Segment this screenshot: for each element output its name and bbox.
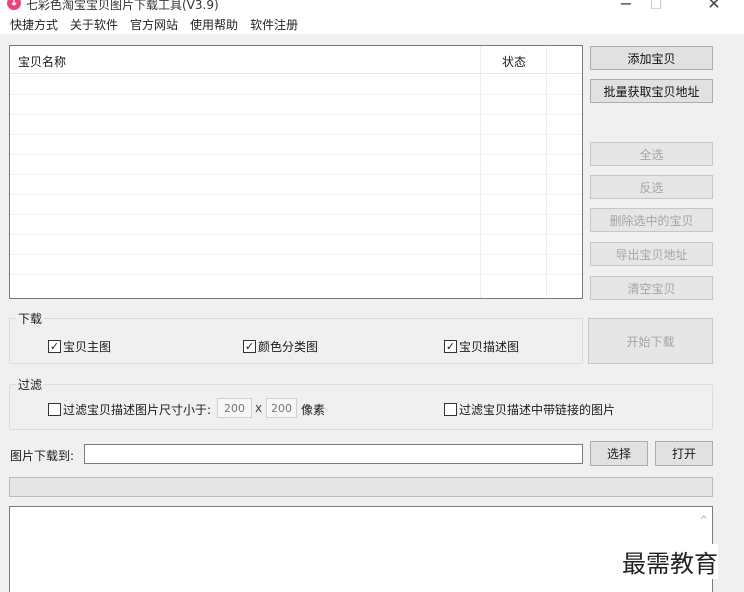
link-filter-label: 过滤宝贝描述中带链接的图片 [459, 403, 616, 417]
minimize-button[interactable]: − [611, 0, 641, 14]
clear-items-button[interactable]: 清空宝贝 [590, 276, 713, 300]
column-divider [546, 46, 547, 298]
batch-get-url-button[interactable]: 批量获取宝贝地址 [590, 79, 713, 103]
row-gridline [10, 134, 582, 135]
download-group-title: 下载 [16, 310, 45, 327]
color-image-label: 颜色分类图 [258, 340, 319, 354]
checkbox-unchecked-icon [444, 403, 457, 416]
row-gridline [10, 114, 582, 115]
item-list[interactable]: 宝贝名称 状态 [9, 45, 583, 299]
close-button[interactable]: ✕ [699, 0, 729, 14]
desc-image-label: 宝贝描述图 [459, 340, 520, 354]
checkbox-checked-icon: ✓ [444, 340, 457, 353]
add-item-button[interactable]: 添加宝贝 [590, 46, 713, 70]
export-urls-button[interactable]: 导出宝贝地址 [590, 242, 713, 266]
choose-folder-button[interactable]: 选择 [590, 441, 648, 466]
row-gridline [10, 94, 582, 95]
maximize-button[interactable]: □ [641, 0, 671, 14]
menu-bar: 快捷方式 关于软件 官方网站 使用帮助 软件注册 [0, 14, 744, 34]
title-bar: 七彩色淘宝宝贝图片下载工具(V3.9) − □ ✕ [0, 0, 744, 14]
list-header: 宝贝名称 状态 [10, 46, 582, 74]
row-gridline [10, 274, 582, 275]
main-image-checkbox[interactable]: ✓ 宝贝主图 [48, 338, 111, 355]
checkbox-checked-icon: ✓ [48, 340, 61, 353]
window-title: 七彩色淘宝宝贝图片下载工具(V3.9) [26, 0, 219, 12]
log-output[interactable]: ^ [9, 506, 713, 592]
row-gridline [10, 174, 582, 175]
row-gridline [10, 234, 582, 235]
row-gridline [10, 194, 582, 195]
menu-website[interactable]: 官方网站 [130, 16, 178, 33]
filter-group-title: 过滤 [16, 376, 45, 393]
row-gridline [10, 254, 582, 255]
save-path-input[interactable] [84, 444, 583, 464]
checkbox-unchecked-icon [48, 403, 61, 416]
size-filter-checkbox[interactable]: 过滤宝贝描述图片尺寸小于: [48, 401, 211, 418]
app-logo-icon [7, 0, 21, 10]
size-filter-label: 过滤宝贝描述图片尺寸小于: [63, 403, 212, 417]
times-sign: x [255, 401, 263, 415]
checkbox-checked-icon: ✓ [243, 340, 256, 353]
row-gridline [10, 214, 582, 215]
start-download-button[interactable]: 开始下载 [588, 318, 713, 364]
pixel-unit-label: 像素 [301, 403, 326, 417]
link-filter-checkbox[interactable]: 过滤宝贝描述中带链接的图片 [444, 401, 615, 418]
select-all-button[interactable]: 全选 [590, 142, 713, 166]
column-header-status[interactable]: 状态 [502, 53, 526, 70]
watermark-text: 最需教育 [622, 544, 718, 579]
download-progress-bar [9, 477, 713, 497]
desc-image-checkbox[interactable]: ✓ 宝贝描述图 [444, 338, 519, 355]
menu-register[interactable]: 软件注册 [250, 16, 298, 33]
row-gridline [10, 154, 582, 155]
open-folder-button[interactable]: 打开 [655, 441, 713, 466]
color-image-checkbox[interactable]: ✓ 颜色分类图 [243, 338, 318, 355]
invert-selection-button[interactable]: 反选 [590, 175, 713, 199]
delete-selected-button[interactable]: 删除选中的宝贝 [590, 208, 713, 232]
min-height-input[interactable]: 200 [266, 398, 297, 418]
scroll-up-arrow-icon[interactable]: ^ [700, 515, 708, 526]
min-width-input[interactable]: 200 [217, 398, 252, 418]
menu-help[interactable]: 使用帮助 [190, 16, 238, 33]
main-image-label: 宝贝主图 [63, 340, 112, 354]
column-divider [480, 46, 481, 298]
save-path-label: 图片下载到: [10, 449, 75, 463]
menu-shortcuts[interactable]: 快捷方式 [10, 16, 58, 33]
column-header-name[interactable]: 宝贝名称 [18, 53, 66, 70]
menu-about[interactable]: 关于软件 [70, 16, 118, 33]
